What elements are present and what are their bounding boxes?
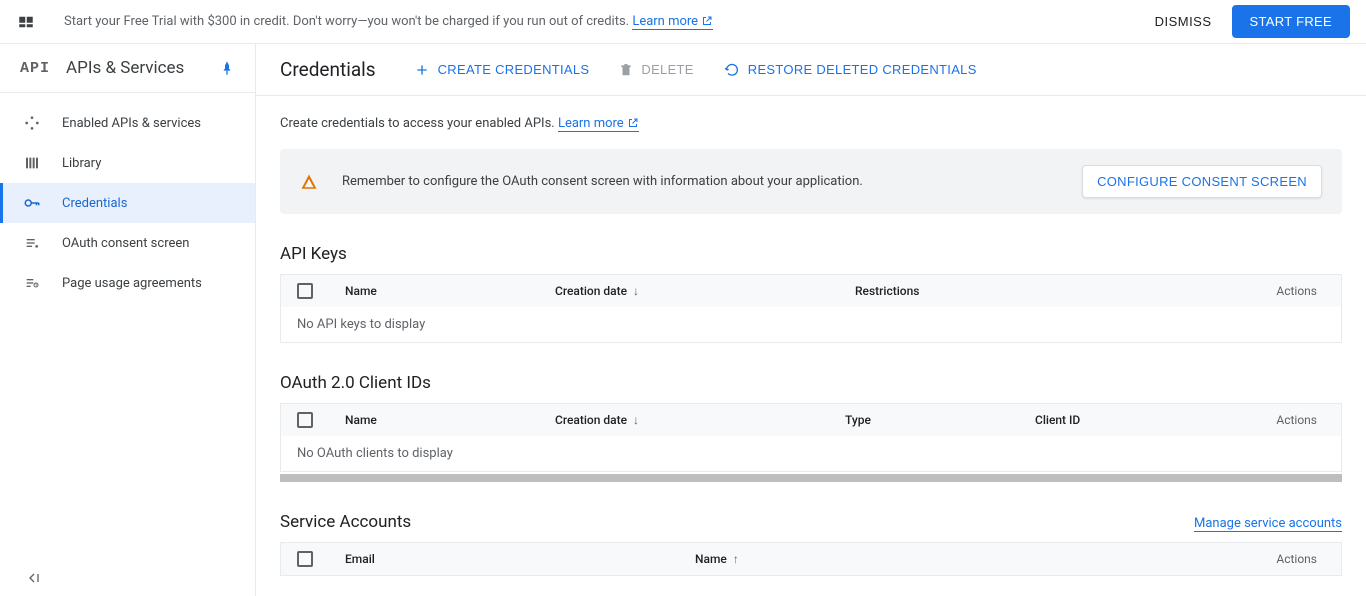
collapse-sidebar-icon[interactable] (26, 570, 42, 586)
col-creation[interactable]: Creation date↓ (547, 284, 847, 298)
configure-consent-button[interactable]: CONFIGURE CONSENT SCREEN (1082, 165, 1322, 198)
api-keys-empty: No API keys to display (281, 307, 1341, 342)
sidebar-item-label: OAuth consent screen (62, 236, 189, 251)
sidebar-item-enabled-apis[interactable]: Enabled APIs & services (0, 103, 255, 143)
sidebar-title: APIs & Services (66, 58, 219, 78)
oauth-title: OAuth 2.0 Client IDs (280, 373, 1342, 393)
col-creation[interactable]: Creation date↓ (547, 413, 837, 427)
col-actions: Actions (1268, 413, 1325, 427)
col-restrictions[interactable]: Restrictions (847, 284, 1147, 298)
banner-actions: DISMISS START FREE (1155, 5, 1350, 38)
service-accounts-section: Service Accounts Manage service accounts… (280, 512, 1342, 576)
col-email[interactable]: Email (337, 552, 687, 566)
oauth-table: Name Creation date↓ Type Client ID Actio… (280, 403, 1342, 472)
service-table: Email Name↑ Actions (280, 542, 1342, 576)
plus-icon (414, 62, 430, 78)
sidebar-item-label: Enabled APIs & services (62, 116, 201, 131)
api-keys-title: API Keys (280, 244, 1342, 264)
intro-text: Create credentials to access your enable… (280, 116, 1342, 131)
create-credentials-button[interactable]: CREATE CREDENTIALS (414, 62, 590, 78)
col-name[interactable]: Name (337, 284, 547, 298)
sidebar-header: API APIs & Services (0, 44, 255, 93)
delete-label: DELETE (641, 62, 693, 77)
sidebar-item-library[interactable]: Library (0, 143, 255, 183)
intro-learn-more-link[interactable]: Learn more (558, 116, 639, 132)
manage-service-accounts-link[interactable]: Manage service accounts (1194, 516, 1342, 532)
select-all-checkbox[interactable] (297, 283, 313, 299)
oauth-empty: No OAuth clients to display (281, 436, 1341, 471)
diamond-icon (20, 115, 44, 131)
sidebar-item-oauth-consent[interactable]: OAuth consent screen (0, 223, 255, 263)
sidebar-item-label: Credentials (62, 196, 127, 211)
sidebar-item-credentials[interactable]: Credentials (0, 183, 255, 223)
content-header: Credentials CREATE CREDENTIALS DELETE RE… (256, 44, 1366, 96)
start-free-button[interactable]: START FREE (1232, 5, 1350, 38)
banner-text: Start your Free Trial with $300 in credi… (64, 14, 1155, 29)
warning-icon (300, 173, 318, 191)
trial-banner: Start your Free Trial with $300 in credi… (0, 0, 1366, 44)
intro-message: Create credentials to access your enable… (280, 116, 558, 131)
library-icon (20, 155, 44, 171)
api-logo: API (20, 60, 50, 77)
select-all-checkbox[interactable] (297, 551, 313, 567)
banner-learn-more-link[interactable]: Learn more (632, 14, 713, 30)
sidebar-item-label: Library (62, 156, 101, 171)
service-thead: Email Name↑ Actions (281, 543, 1341, 575)
delete-button[interactable]: DELETE (619, 62, 693, 77)
dismiss-button[interactable]: DISMISS (1155, 14, 1212, 29)
horizontal-scrollbar[interactable] (280, 474, 1342, 482)
api-keys-table: Name Creation date↓ Restrictions Actions… (280, 274, 1342, 343)
col-actions: Actions (1268, 552, 1325, 566)
header-actions: CREATE CREDENTIALS DELETE RESTORE DELETE… (414, 62, 977, 78)
col-name[interactable]: Name↑ (687, 552, 987, 566)
arrow-up-icon: ↑ (733, 552, 739, 566)
key-icon (20, 194, 44, 212)
col-type[interactable]: Type (837, 413, 1027, 427)
consent-alert: Remember to configure the OAuth consent … (280, 149, 1342, 214)
col-actions: Actions (1268, 284, 1325, 298)
trash-icon (619, 63, 633, 77)
restore-button[interactable]: RESTORE DELETED CREDENTIALS (724, 62, 977, 78)
create-label: CREATE CREDENTIALS (438, 62, 590, 77)
page-title: Credentials (280, 58, 376, 81)
arrow-down-icon: ↓ (633, 284, 639, 298)
oauth-thead: Name Creation date↓ Type Client ID Actio… (281, 404, 1341, 436)
select-all-checkbox[interactable] (297, 412, 313, 428)
col-name[interactable]: Name (337, 413, 547, 427)
content: Credentials CREATE CREDENTIALS DELETE RE… (256, 44, 1366, 596)
consent-icon (20, 235, 44, 251)
gift-icon (16, 13, 36, 31)
col-client-id[interactable]: Client ID (1027, 413, 1207, 427)
restore-label: RESTORE DELETED CREDENTIALS (748, 62, 977, 77)
content-body: Create credentials to access your enable… (256, 96, 1366, 596)
alert-text: Remember to configure the OAuth consent … (342, 174, 1082, 189)
pin-icon[interactable] (219, 60, 235, 76)
api-keys-section: API Keys Name Creation date↓ Restriction… (280, 244, 1342, 343)
restore-icon (724, 62, 740, 78)
sidebar-item-label: Page usage agreements (62, 276, 202, 291)
agreements-icon (20, 275, 44, 291)
nav: Enabled APIs & services Library Credenti… (0, 93, 255, 313)
sidebar: API APIs & Services Enabled APIs & servi… (0, 44, 256, 596)
arrow-down-icon: ↓ (633, 413, 639, 427)
banner-message: Start your Free Trial with $300 in credi… (64, 14, 632, 29)
oauth-section: OAuth 2.0 Client IDs Name Creation date↓… (280, 373, 1342, 482)
service-title: Service Accounts (280, 512, 411, 532)
api-keys-thead: Name Creation date↓ Restrictions Actions (281, 275, 1341, 307)
sidebar-item-page-usage[interactable]: Page usage agreements (0, 263, 255, 303)
